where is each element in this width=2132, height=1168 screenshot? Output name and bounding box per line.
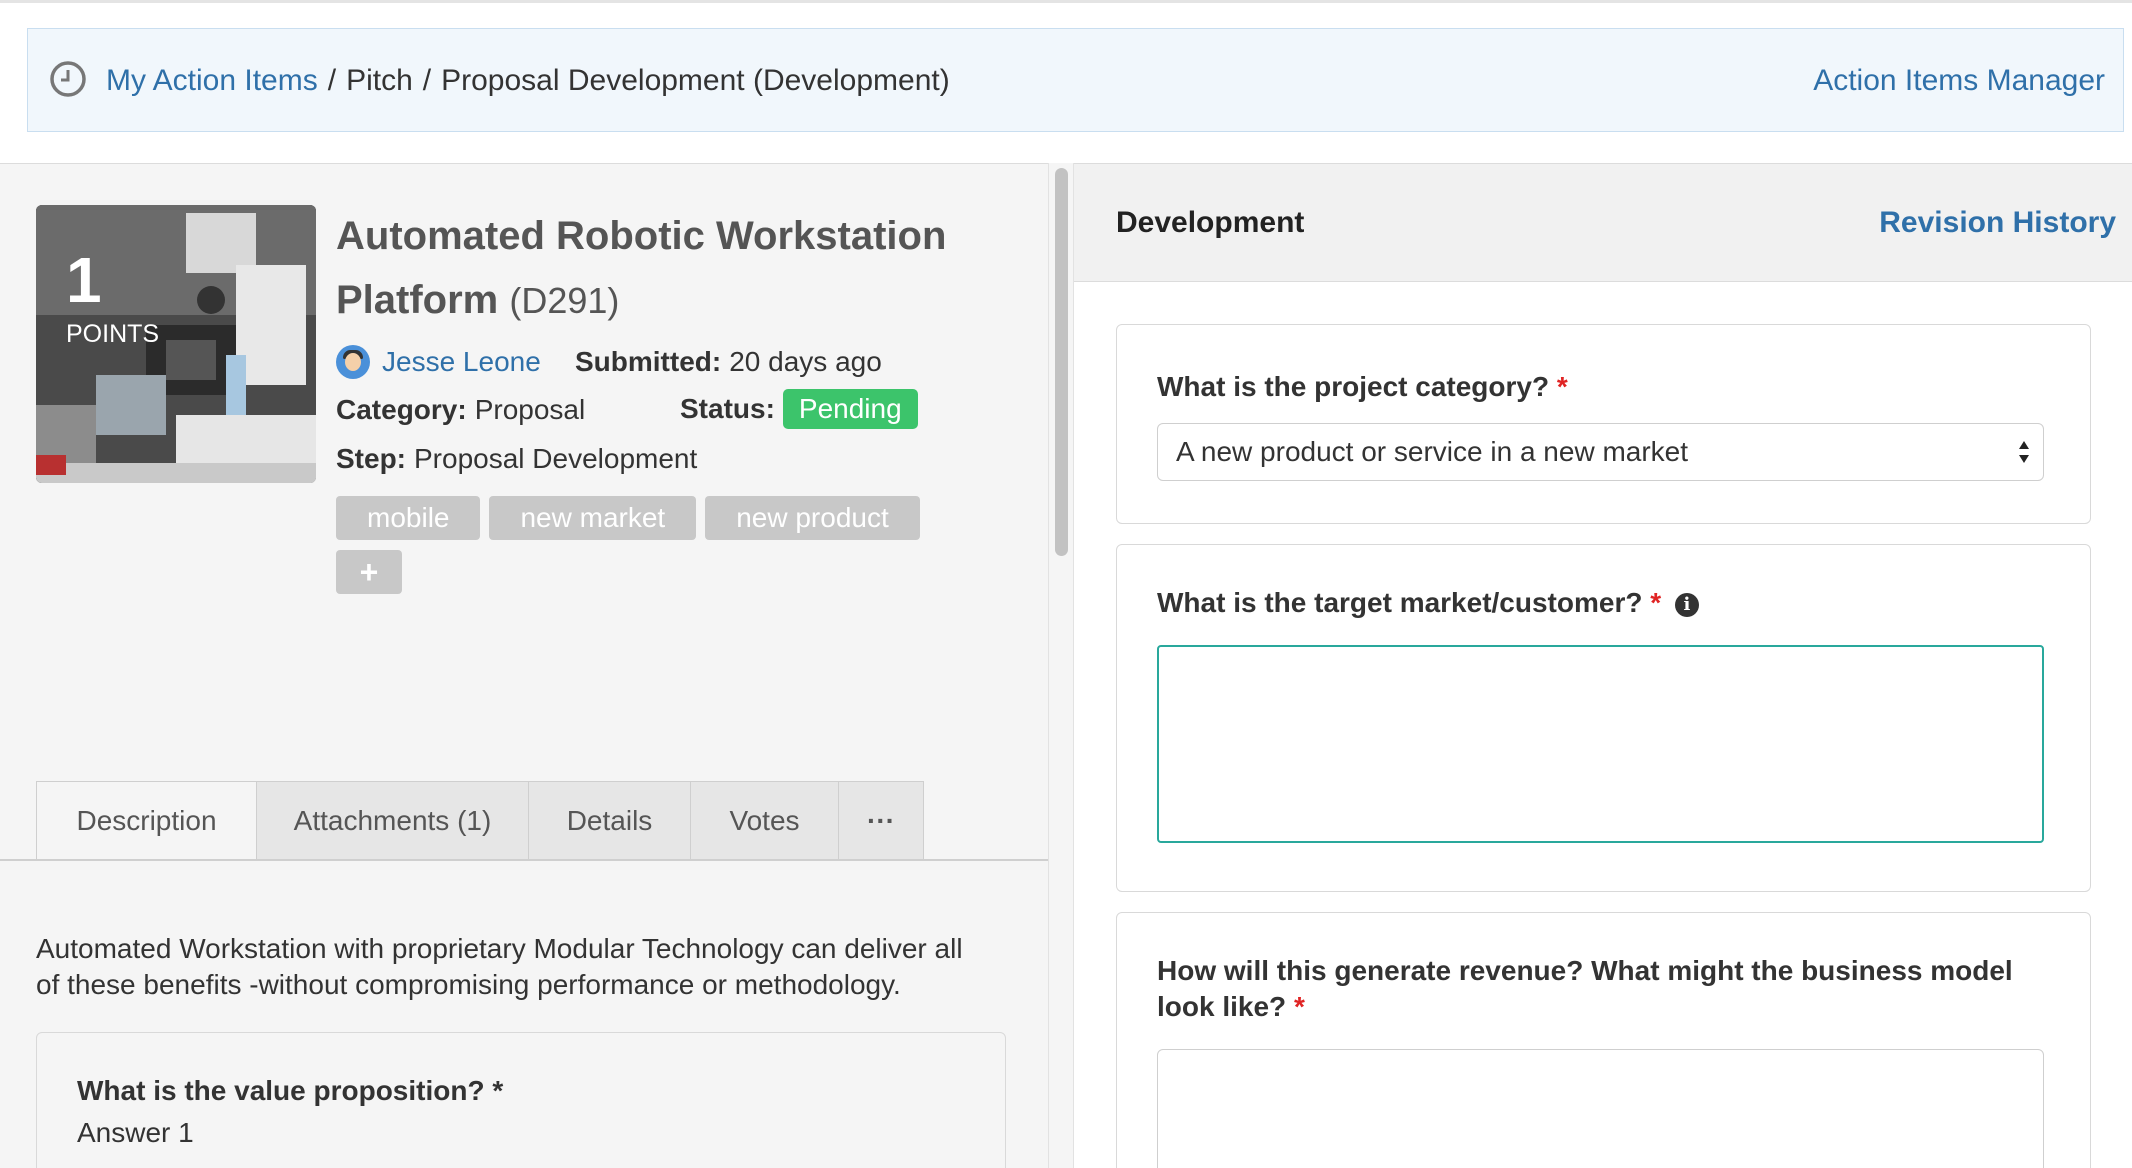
development-title: Development (1116, 206, 1305, 239)
idea-thumbnail[interactable]: 1 POINTS (36, 205, 316, 483)
author: Jesse Leone (336, 342, 541, 382)
tab-attachments[interactable]: Attachments (1) (257, 781, 529, 861)
breadcrumb-current: Proposal Development (Development) (441, 64, 950, 97)
scrollbar-thumb[interactable] (1055, 168, 1068, 556)
info-icon[interactable]: i (1674, 592, 1699, 617)
revision-history-link[interactable]: Revision History (1879, 164, 2116, 282)
breadcrumb: My Action Items / Pitch / Proposal Devel… (106, 29, 950, 133)
breadcrumb-my-action-items-link[interactable]: My Action Items (106, 64, 318, 98)
step-info: Step: Proposal Development (336, 439, 697, 479)
tab-description[interactable]: Description (36, 781, 257, 861)
revenue-model-label: How will this generate revenue? What mig… (1157, 953, 2013, 1025)
development-form-panel: Development Revision History What is the… (1074, 163, 2132, 1168)
revenue-model-question-line1: How will this generate revenue? What mig… (1157, 955, 2013, 986)
action-items-manager-link[interactable]: Action Items Manager (1813, 29, 2105, 133)
project-category-question: What is the project category? (1157, 371, 1550, 402)
category-info: Category: Proposal (336, 390, 585, 430)
value-proposition-card: What is the value proposition? * Answer … (36, 1032, 1006, 1168)
idea-title: Automated Robotic Workstation Platform (… (336, 204, 976, 333)
breadcrumb-separator: / (422, 64, 432, 97)
tag-list: mobile new market new product (336, 496, 920, 540)
description-text: Automated Workstation with proprietary M… (36, 933, 963, 1000)
tag-new-market[interactable]: new market (489, 496, 697, 540)
category-label: Category: (336, 394, 467, 425)
points-label: POINTS (66, 320, 160, 348)
author-name-link[interactable]: Jesse Leone (382, 346, 541, 378)
idea-tabs: Description Attachments (1) Details Vote… (36, 781, 924, 861)
breadcrumb-pitch: Pitch (346, 64, 413, 97)
project-category-card: What is the project category? * A new pr… (1116, 324, 2091, 524)
tab-more-menu[interactable]: ··· (839, 781, 924, 861)
step-label: Step: (336, 443, 406, 474)
select-arrows-icon (2019, 441, 2029, 463)
required-marker: * (1650, 587, 1662, 618)
idea-title-text: Automated Robotic Workstation Platform (336, 214, 947, 322)
target-market-label: What is the target market/customer? * i (1157, 585, 1699, 621)
development-header: Development Revision History (1074, 164, 2132, 282)
project-category-label: What is the project category? * (1157, 369, 1568, 405)
status-info: Status: Pending (680, 386, 918, 432)
required-marker: * (1293, 991, 1305, 1022)
required-marker: * (1556, 371, 1568, 402)
tab-details[interactable]: Details (529, 781, 691, 861)
revenue-model-question-line2: look like? (1157, 991, 1287, 1022)
target-market-question: What is the target market/customer? (1157, 587, 1643, 618)
breadcrumb-bar: My Action Items / Pitch / Proposal Devel… (27, 28, 2124, 132)
target-market-card: What is the target market/customer? * i (1116, 544, 2091, 892)
value-proposition-question: What is the value proposition? * (77, 1075, 504, 1106)
avatar (336, 345, 370, 379)
tag-mobile[interactable]: mobile (336, 496, 481, 540)
revenue-model-card: How will this generate revenue? What mig… (1116, 912, 2091, 1168)
submitted-info: Submitted: 20 days ago (575, 342, 882, 382)
clock-icon (50, 61, 86, 97)
tag-new-product[interactable]: new product (705, 496, 920, 540)
status-label: Status: (680, 393, 775, 424)
breadcrumb-separator: / (327, 64, 337, 97)
submitted-label: Submitted: (575, 346, 722, 377)
project-category-selected-value: A new product or service in a new market (1176, 436, 1689, 467)
idea-detail-panel: 1 POINTS Automated Robotic Workstation P… (0, 163, 1048, 1168)
points-value: 1 (66, 244, 102, 316)
top-border (0, 0, 2132, 3)
add-tag-button[interactable]: + (336, 550, 402, 594)
submitted-value: 20 days ago (729, 346, 882, 377)
left-panel-scrollbar[interactable] (1048, 163, 1074, 1168)
project-category-select[interactable]: A new product or service in a new market (1157, 423, 2044, 481)
category-value: Proposal (474, 394, 586, 425)
idea-code: (D291) (509, 280, 620, 321)
tabs-divider (0, 859, 1048, 861)
tab-votes[interactable]: Votes (691, 781, 839, 861)
target-market-textarea[interactable] (1157, 645, 2044, 843)
step-value: Proposal Development (414, 443, 698, 474)
revenue-model-textarea[interactable] (1157, 1049, 2044, 1168)
status-badge: Pending (782, 389, 918, 429)
value-proposition-answer: Answer 1 (77, 1117, 194, 1148)
